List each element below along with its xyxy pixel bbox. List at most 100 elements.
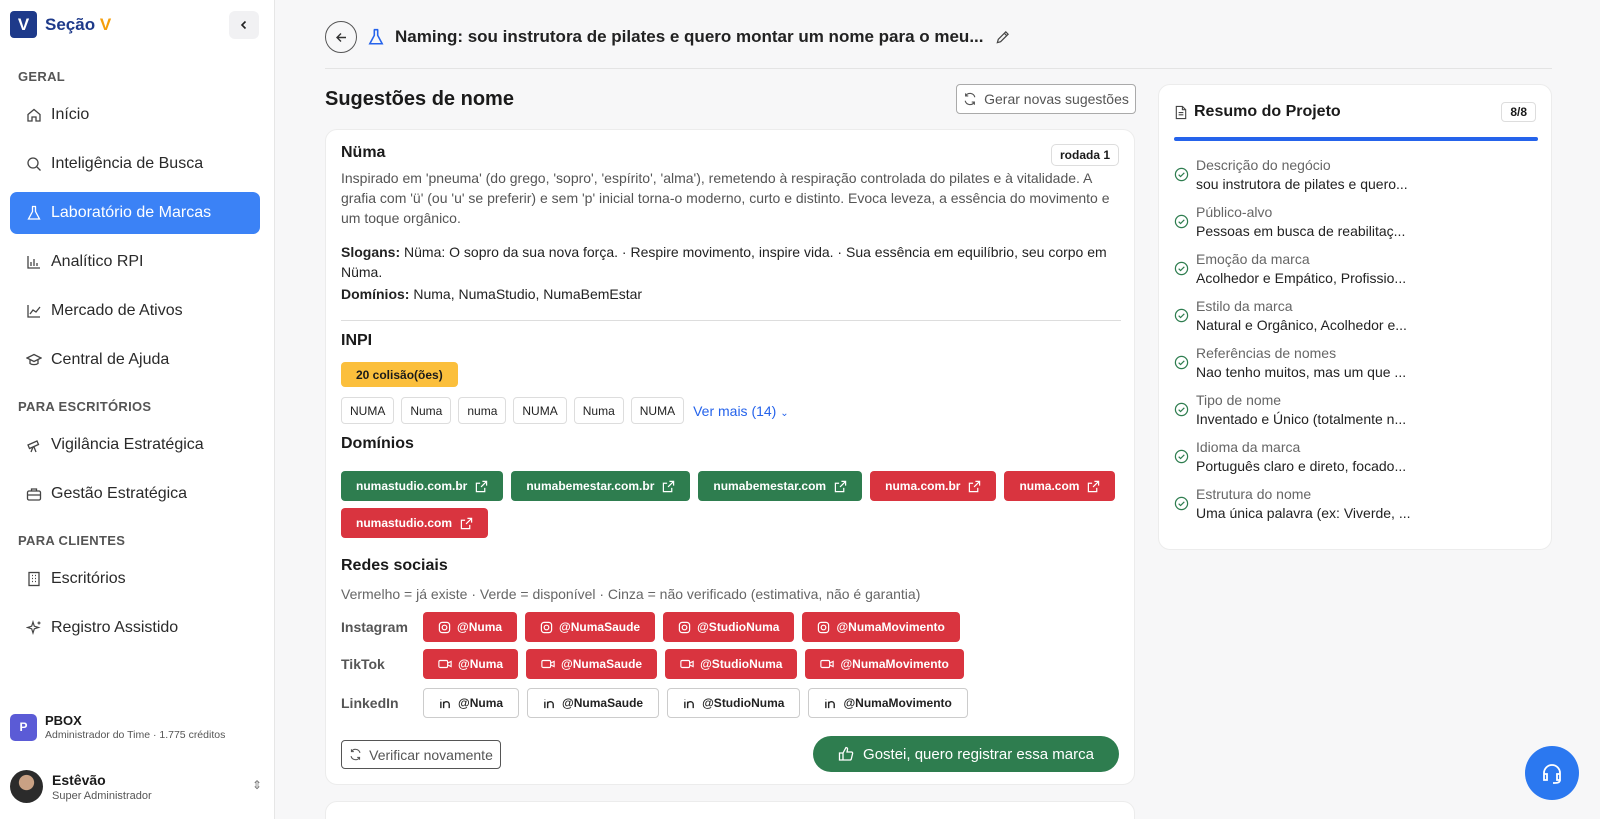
- collapse-sidebar-button[interactable]: [229, 11, 259, 39]
- video-icon: [438, 659, 452, 669]
- summary-item[interactable]: Referências de nomes Nao tenho muitos, m…: [1174, 345, 1544, 390]
- org-avatar: P: [10, 713, 37, 741]
- summary-item[interactable]: Emoção da marca Acolhedor e Empático, Pr…: [1174, 251, 1544, 296]
- linkedin-handle[interactable]: @NumaMovimento: [808, 688, 968, 718]
- sidebar-item-mercado-de-ativos[interactable]: Mercado de Ativos: [10, 290, 260, 332]
- summary-item[interactable]: Estilo da marca Natural e Orgânico, Acol…: [1174, 298, 1544, 343]
- verify-again-button[interactable]: Verificar novamente: [341, 740, 501, 769]
- tiktok-handle[interactable]: @NumaSaude: [526, 649, 658, 679]
- inpi-chip[interactable]: Numa: [573, 397, 624, 424]
- summary-count-badge: 8/8: [1501, 102, 1536, 122]
- sidebar-item-label: Central de Ajuda: [51, 351, 170, 368]
- sidebar-item-vigilancia-estrategica[interactable]: Vigilância Estratégica: [10, 424, 260, 466]
- next-suggestion-card: [325, 801, 1135, 819]
- collision-badge: 20 colisão(ões): [341, 362, 458, 387]
- inpi-chip[interactable]: NUMA: [341, 397, 395, 424]
- graduation-cap-icon: [26, 353, 42, 366]
- instagram-handle[interactable]: @Numa: [423, 612, 518, 642]
- sparkles-icon: [26, 620, 41, 636]
- video-icon: [680, 659, 694, 669]
- external-link-icon: [460, 517, 473, 529]
- summary-item-label: Estrutura do nome: [1196, 486, 1312, 502]
- instagram-handle[interactable]: @StudioNuma: [663, 612, 795, 642]
- summary-item-value: Nao tenho muitos, mas um que ...: [1196, 364, 1407, 380]
- sidebar-item-label: Vigilância Estratégica: [51, 436, 204, 453]
- logo: V: [10, 11, 37, 38]
- domain-tag[interactable]: numabemestar.com.br: [511, 471, 691, 501]
- tiktok-handle[interactable]: @StudioNuma: [665, 649, 798, 679]
- summary-item[interactable]: Idioma da marca Português claro e direto…: [1174, 439, 1544, 484]
- see-more-link[interactable]: Ver mais (14) ⌄: [693, 403, 789, 419]
- user-role: Super Administrador: [52, 789, 152, 802]
- section-title: Sugestões de nome: [325, 88, 514, 110]
- inpi-chip[interactable]: NUMA: [630, 397, 685, 424]
- help-chat-button[interactable]: [1525, 746, 1579, 800]
- user-menu[interactable]: Estêvão Super Administrador ⇕: [10, 770, 262, 803]
- sidebar-item-laboratorio-de-marcas[interactable]: Laboratório de Marcas: [10, 192, 260, 234]
- suggestion-name: Nüma: [341, 144, 386, 161]
- network-label-instagram: Instagram: [341, 619, 408, 635]
- register-brand-button[interactable]: Gostei, quero registrar essa marca: [813, 736, 1119, 772]
- inpi-chip[interactable]: NUMA: [513, 397, 567, 424]
- sidebar-item-label: Laboratório de Marcas: [51, 204, 212, 221]
- external-link-icon: [1088, 480, 1100, 492]
- domain-tag[interactable]: numa.com: [1004, 471, 1116, 501]
- sidebar-item-central-de-ajuda[interactable]: Central de Ajuda: [10, 339, 260, 381]
- sidebar-item-label: Analítico RPI: [51, 253, 144, 270]
- social-legend: Vermelho = já existe · Verde = disponíve…: [341, 586, 921, 602]
- pencil-icon[interactable]: [995, 30, 1010, 45]
- flask-icon: [368, 28, 384, 45]
- instagram-handle[interactable]: @NumaMovimento: [802, 612, 960, 642]
- sidebar-item-analitico-rpi[interactable]: Analítico RPI: [10, 241, 260, 283]
- linkedin-handle[interactable]: @NumaSaude: [527, 688, 660, 718]
- section-label-para-clientes: PARA CLIENTES: [18, 533, 126, 548]
- linkedin-handles: @Numa @NumaSaude @StudioNuma @NumaMovime…: [423, 688, 968, 718]
- instagram-handle[interactable]: @NumaSaude: [525, 612, 656, 642]
- brand[interactable]: V Seção V: [10, 11, 111, 38]
- summary-item-value: Pessoas em busca de reabilitaç...: [1196, 223, 1406, 239]
- summary-item-value: Português claro e direto, focado...: [1196, 458, 1407, 474]
- summary-item-label: Idioma da marca: [1196, 439, 1301, 455]
- regenerate-suggestions-button[interactable]: Gerar novas sugestões: [956, 84, 1136, 114]
- tiktok-handle[interactable]: @Numa: [423, 649, 519, 679]
- check-circle-icon: [1174, 261, 1189, 276]
- section-label-geral: GERAL: [18, 69, 65, 84]
- verify-label: Verificar novamente: [369, 746, 493, 763]
- inpi-chip[interactable]: Numa: [401, 397, 452, 424]
- summary-item[interactable]: Estrutura do nome Uma única palavra (ex:…: [1174, 486, 1544, 531]
- organization-switcher[interactable]: P PBOX Administrador do Time · 1.775 cré…: [10, 713, 225, 741]
- thumbs-up-icon: [838, 746, 854, 761]
- linkedin-handle[interactable]: @StudioNuma: [667, 688, 801, 718]
- tiktok-handles: @Numa @NumaSaude @StudioNuma @NumaMovime…: [423, 649, 964, 679]
- summary-item[interactable]: Público-alvo Pessoas em busca de reabili…: [1174, 204, 1544, 249]
- domain-tag[interactable]: numastudio.com.br: [341, 471, 504, 501]
- building-icon: [28, 571, 40, 587]
- sidebar-item-inicio[interactable]: Início: [10, 94, 260, 136]
- chevron-left-icon: [240, 20, 247, 30]
- domain-names: Domínios: Numa, NumaStudio, NumaBemEstar: [341, 286, 643, 302]
- domain-tag[interactable]: numabemestar.com: [698, 471, 863, 501]
- domain-tag[interactable]: numa.com.br: [870, 471, 997, 501]
- video-icon: [541, 659, 555, 669]
- register-label: Gostei, quero registrar essa marca: [863, 745, 1094, 763]
- sidebar-item-gestao-estrategica[interactable]: Gestão Estratégica: [10, 473, 260, 515]
- domain-tag[interactable]: numastudio.com: [341, 508, 489, 538]
- check-circle-icon: [1174, 449, 1189, 464]
- project-summary-panel: Resumo do Projeto 8/8 Descrição do negóc…: [1158, 84, 1552, 550]
- back-button[interactable]: [325, 21, 357, 53]
- external-link-icon: [476, 480, 488, 492]
- sidebar-item-inteligencia-de-busca[interactable]: Inteligência de Busca: [10, 143, 260, 185]
- linkedin-icon: [825, 698, 836, 708]
- summary-item-value: Uma única palavra (ex: Viverde, ...: [1196, 505, 1411, 521]
- linkedin-icon: [544, 698, 554, 708]
- tiktok-handle[interactable]: @NumaMovimento: [805, 649, 964, 679]
- sidebar-item-registro-assistido[interactable]: Registro Assistido: [10, 607, 260, 649]
- slogans: Slogans: Nüma: O sopro da sua nova força…: [341, 244, 1107, 280]
- summary-item[interactable]: Descrição do negócio sou instrutora de p…: [1174, 157, 1544, 202]
- summary-item[interactable]: Tipo de nome Inventado e Único (totalmen…: [1174, 392, 1544, 437]
- sidebar-item-escritorios[interactable]: Escritórios: [10, 558, 260, 600]
- line-chart-icon: [27, 305, 41, 318]
- sidebar-item-label: Mercado de Ativos: [51, 302, 183, 319]
- linkedin-handle[interactable]: @Numa: [423, 688, 520, 718]
- inpi-chip[interactable]: numa: [458, 397, 507, 424]
